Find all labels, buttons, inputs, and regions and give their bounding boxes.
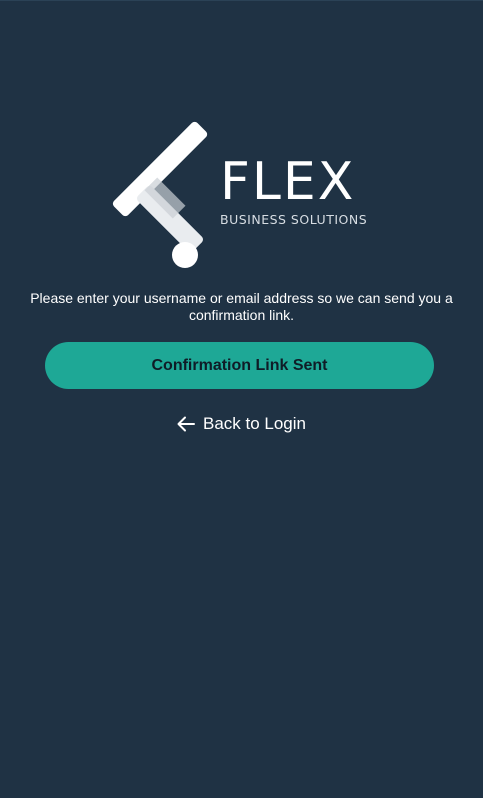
arrow-left-icon [177,416,195,432]
back-to-login-label: Back to Login [202,414,306,433]
logo-text: FLEX BUSINESS SOLUTIONS [220,156,367,227]
confirmation-link-button[interactable]: Confirmation Link Sent [45,342,434,389]
brand-tagline: BUSINESS SOLUTIONS [220,212,368,227]
instructions-text: Please enter your username or email addr… [30,290,453,323]
back-to-login-link[interactable]: Back to Login [0,414,483,434]
brand-name: FLEX [220,152,356,212]
top-edge-divider [0,0,483,1]
flex-logo-icon [112,121,208,268]
flex-logo: FLEX BUSINESS SOLUTIONS [112,118,372,273]
